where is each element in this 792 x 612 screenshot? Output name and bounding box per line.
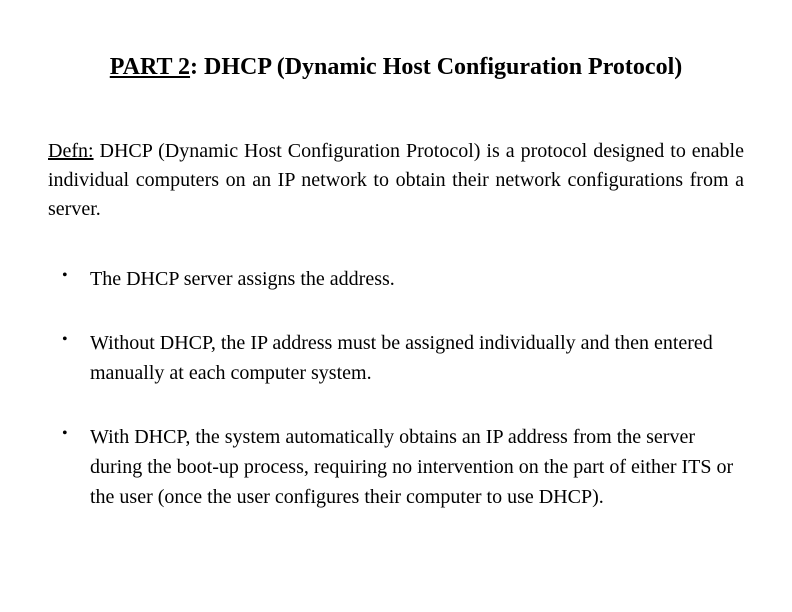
title-rest: : DHCP (Dynamic Host Configuration Proto… [190,54,682,80]
title-underlined: PART 2 [110,54,190,80]
definition-label: Defn: [48,140,94,162]
definition-paragraph: Defn: DHCP (Dynamic Host Configuration P… [48,137,744,224]
bullet-list: The DHCP server assigns the address. Wit… [48,264,744,512]
list-item: With DHCP, the system automatically obta… [62,422,744,512]
list-item: The DHCP server assigns the address. [62,264,744,294]
list-item: Without DHCP, the IP address must be ass… [62,328,744,388]
page-title: PART 2: DHCP (Dynamic Host Configuration… [48,54,744,81]
definition-text: DHCP (Dynamic Host Configuration Protoco… [48,140,744,220]
